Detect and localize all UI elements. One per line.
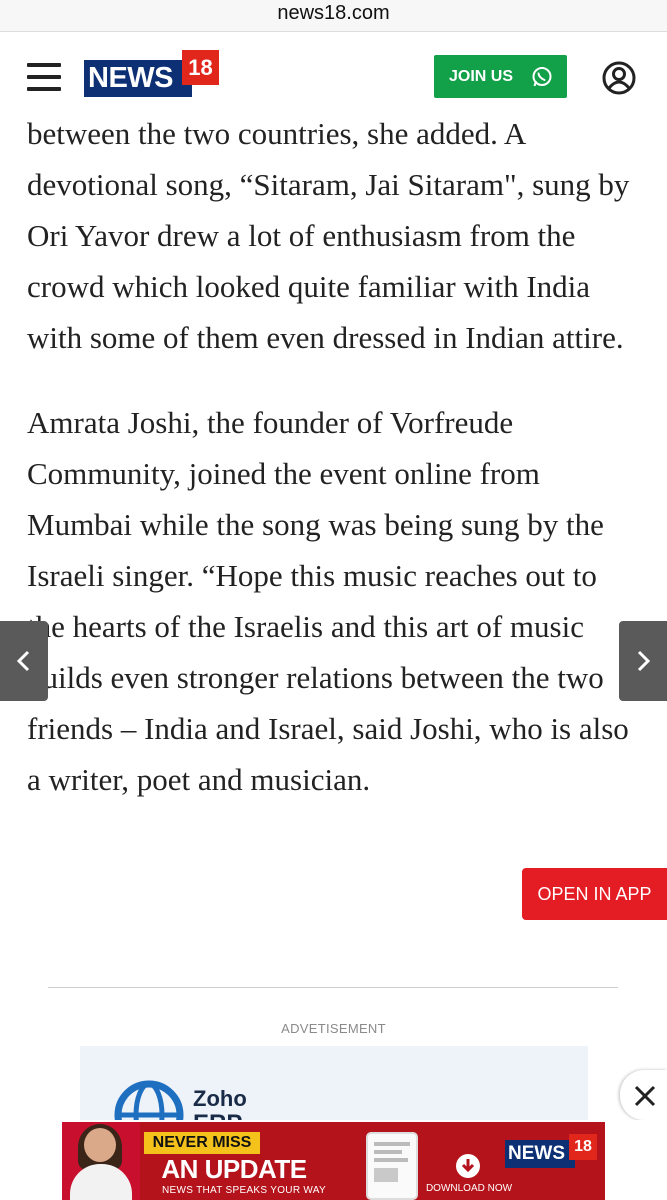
advertisement-label: ADVETISEMENT: [281, 1021, 386, 1036]
join-us-button[interactable]: JOIN US: [434, 55, 567, 98]
news18-app-banner-ad[interactable]: NEVER MISS AN UPDATE NEWS THAT SPEAKS YO…: [62, 1122, 605, 1200]
zoho-ad[interactable]: Zoho ERP: [80, 1046, 588, 1126]
url-text: news18.com: [277, 2, 390, 24]
chevron-right-icon: [637, 650, 651, 672]
open-in-app-button[interactable]: OPEN IN APP: [522, 868, 667, 920]
banner-logo-number: 18: [569, 1134, 597, 1160]
banner-subline: NEWS THAT SPEAKS YOUR WAY: [161, 1185, 326, 1196]
news18-logo[interactable]: NEWS 18: [84, 50, 219, 98]
article-paragraph: Amrata Joshi, the founder of Vorfreude C…: [27, 405, 629, 797]
banner-tag: NEVER MISS: [144, 1132, 260, 1154]
close-icon: [634, 1085, 656, 1107]
banner-person-image: [62, 1122, 140, 1200]
ad-brand: Zoho: [193, 1086, 247, 1111]
user-account-button[interactable]: [601, 60, 637, 96]
join-us-label: JOIN US: [449, 68, 514, 85]
previous-article-button[interactable]: [0, 621, 48, 701]
section-divider: [48, 987, 618, 988]
article-body: between the two countries, she added. A …: [27, 108, 637, 805]
download-icon: [456, 1154, 480, 1178]
logo-number: 18: [182, 50, 219, 85]
logo-word: NEWS: [84, 60, 192, 97]
article-paragraph: between the two countries, she added. A …: [27, 116, 630, 355]
banner-download-label: DOWNLOAD NOW: [425, 1183, 513, 1194]
banner-news18-logo: NEWS 18: [505, 1134, 599, 1170]
close-ad-button[interactable]: [620, 1070, 667, 1120]
chevron-left-icon: [16, 650, 30, 672]
menu-icon[interactable]: [27, 63, 61, 91]
banner-logo-word: NEWS: [505, 1140, 575, 1168]
banner-headline: AN UPDATE: [161, 1154, 307, 1184]
browser-url-bar[interactable]: news18.com: [0, 0, 667, 32]
whatsapp-icon: [532, 67, 552, 87]
user-icon: [602, 61, 636, 95]
next-article-button[interactable]: [619, 621, 667, 701]
banner-phone-image: [366, 1132, 418, 1200]
